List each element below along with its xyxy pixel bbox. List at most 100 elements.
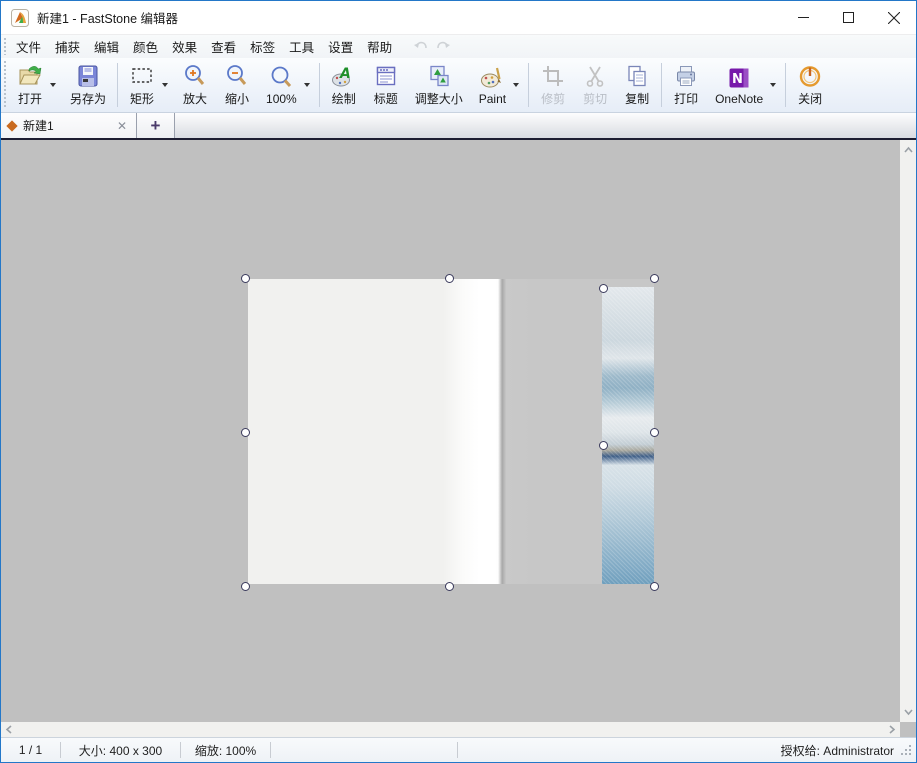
edited-image[interactable]	[248, 279, 654, 584]
toolbar-button-label: 标题	[374, 90, 398, 107]
menu-item-3[interactable]: 颜色	[126, 34, 165, 59]
selection-handle[interactable]	[241, 428, 250, 437]
plus-icon: +	[151, 116, 161, 136]
selection-handle[interactable]	[445, 274, 454, 283]
power-icon	[797, 63, 823, 89]
toolbar-print-button[interactable]: 打印	[666, 60, 706, 110]
rect-select-dropdown-caret[interactable]	[161, 61, 172, 109]
toolbar-group-0: 打开 另存为	[9, 58, 114, 112]
menu-item-9[interactable]: 帮助	[360, 34, 399, 59]
toolbar-power-button[interactable]: 关闭	[790, 60, 830, 110]
toolbar-group-4: 打印NOneNote	[665, 58, 782, 112]
status-empty-cell	[271, 742, 458, 758]
status-zoom-level: 缩放: 100%	[181, 742, 271, 758]
menu-item-5[interactable]: 查看	[204, 34, 243, 59]
tab-label: 新建1	[23, 117, 115, 134]
selection-handle[interactable]	[445, 582, 454, 591]
scroll-right-icon[interactable]	[888, 725, 896, 734]
maximize-button[interactable]	[826, 1, 871, 34]
toolbar-rect-select-button[interactable]: 矩形	[122, 60, 173, 110]
svg-text:A: A	[339, 66, 351, 82]
tab-close-icon[interactable]: ✕	[115, 119, 129, 133]
minimize-button[interactable]	[781, 1, 826, 34]
toolbar-button-label: 另存为	[70, 90, 106, 107]
toolbar-button-label: OneNote	[715, 92, 763, 106]
selection-handle[interactable]	[650, 428, 659, 437]
selection-handle[interactable]	[241, 582, 250, 591]
folder-open-dropdown-caret[interactable]	[49, 61, 60, 109]
toolbar-button-label: 矩形	[130, 90, 154, 107]
toolbar-button-label: Paint	[479, 92, 506, 106]
toolbar-separator	[528, 63, 529, 107]
toolbar-group-3: 修剪剪切 复制	[532, 58, 658, 112]
caption-icon	[373, 63, 399, 89]
toolbar: 打开 另存为 矩形 放大缩小 100% A 绘制 标题调整大小 Paint 修剪剪切 复制打印NOn…	[1, 58, 916, 113]
tab-document[interactable]: 新建1 ✕	[1, 113, 137, 138]
close-button[interactable]	[871, 1, 916, 34]
toolbar-resize-button[interactable]: 调整大小	[408, 60, 470, 110]
scroll-up-icon[interactable]	[904, 146, 913, 154]
selection-handle[interactable]	[650, 274, 659, 283]
edited-image-sky-strip	[602, 287, 654, 584]
menubar: 文件捕获编辑颜色效果查看标签工具设置帮助	[1, 34, 916, 58]
toolbar-draw-button[interactable]: A 绘制	[324, 60, 364, 110]
toolbar-cut-button: 剪切	[575, 60, 615, 110]
redo-icon[interactable]	[435, 40, 451, 54]
toolbar-zoom-out-button[interactable]: 缩小	[217, 60, 257, 110]
selection-handle[interactable]	[599, 441, 608, 450]
scroll-left-icon[interactable]	[5, 725, 13, 734]
selection-handle[interactable]	[599, 284, 608, 293]
toolbar-save-button[interactable]: 另存为	[63, 60, 113, 110]
draw-icon: A	[331, 63, 357, 89]
minimize-icon	[798, 12, 809, 23]
toolbar-separator	[117, 63, 118, 107]
toolbar-onenote-button[interactable]: NOneNote	[708, 60, 781, 110]
toolbar-button-label: 绘制	[332, 90, 356, 107]
cut-icon	[582, 63, 608, 89]
status-license: 授权给: Administrator	[781, 742, 894, 759]
menu-item-7[interactable]: 工具	[282, 34, 321, 59]
toolbar-zoom-actual-button[interactable]: 100%	[259, 60, 315, 110]
tabbar: 新建1 ✕ +	[1, 113, 916, 140]
menu-item-6[interactable]: 标签	[243, 34, 282, 59]
menu-item-1[interactable]: 捕获	[48, 34, 87, 59]
tab-diamond-icon	[6, 120, 17, 131]
close-icon	[888, 12, 900, 24]
canvas-area[interactable]	[1, 140, 916, 737]
horizontal-scrollbar[interactable]	[1, 722, 900, 737]
toolbar-button-label: 放大	[183, 90, 207, 107]
scroll-down-icon[interactable]	[904, 708, 913, 716]
menu-item-2[interactable]: 编辑	[87, 34, 126, 59]
toolbar-crop-button: 修剪	[533, 60, 573, 110]
toolbar-button-label: 调整大小	[415, 90, 463, 107]
new-tab-button[interactable]: +	[137, 113, 175, 138]
crop-icon	[540, 63, 566, 89]
menubar-grip[interactable]	[3, 38, 8, 55]
onenote-dropdown-caret[interactable]	[769, 61, 780, 109]
vertical-scrollbar[interactable]	[900, 140, 916, 722]
toolbar-separator	[785, 63, 786, 107]
zoom-actual-dropdown-caret[interactable]	[303, 61, 314, 109]
toolbar-button-label: 复制	[625, 90, 649, 107]
paint-dropdown-caret[interactable]	[512, 61, 523, 109]
menu-item-4[interactable]: 效果	[165, 34, 204, 59]
menu-item-8[interactable]: 设置	[321, 34, 360, 59]
toolbar-group-2: A 绘制 标题调整大小 Paint	[323, 58, 525, 112]
menu-item-0[interactable]: 文件	[9, 34, 48, 59]
toolbar-copy-button[interactable]: 复制	[617, 60, 657, 110]
toolbar-zoom-in-button[interactable]: 放大	[175, 60, 215, 110]
resize-grip[interactable]	[900, 744, 912, 756]
undo-icon[interactable]	[413, 40, 429, 54]
selection-handle[interactable]	[241, 274, 250, 283]
toolbar-group-5: 关闭	[789, 58, 831, 112]
status-page-count: 1 / 1	[1, 742, 61, 758]
toolbar-grip[interactable]	[3, 61, 8, 109]
toolbar-paint-button[interactable]: Paint	[472, 60, 524, 110]
toolbar-button-label: 100%	[266, 92, 297, 106]
toolbar-folder-open-button[interactable]: 打开	[10, 60, 61, 110]
toolbar-button-label: 打开	[18, 90, 42, 107]
toolbar-separator	[661, 63, 662, 107]
toolbar-caption-button[interactable]: 标题	[366, 60, 406, 110]
toolbar-button-label: 剪切	[583, 90, 607, 107]
selection-handle[interactable]	[650, 582, 659, 591]
